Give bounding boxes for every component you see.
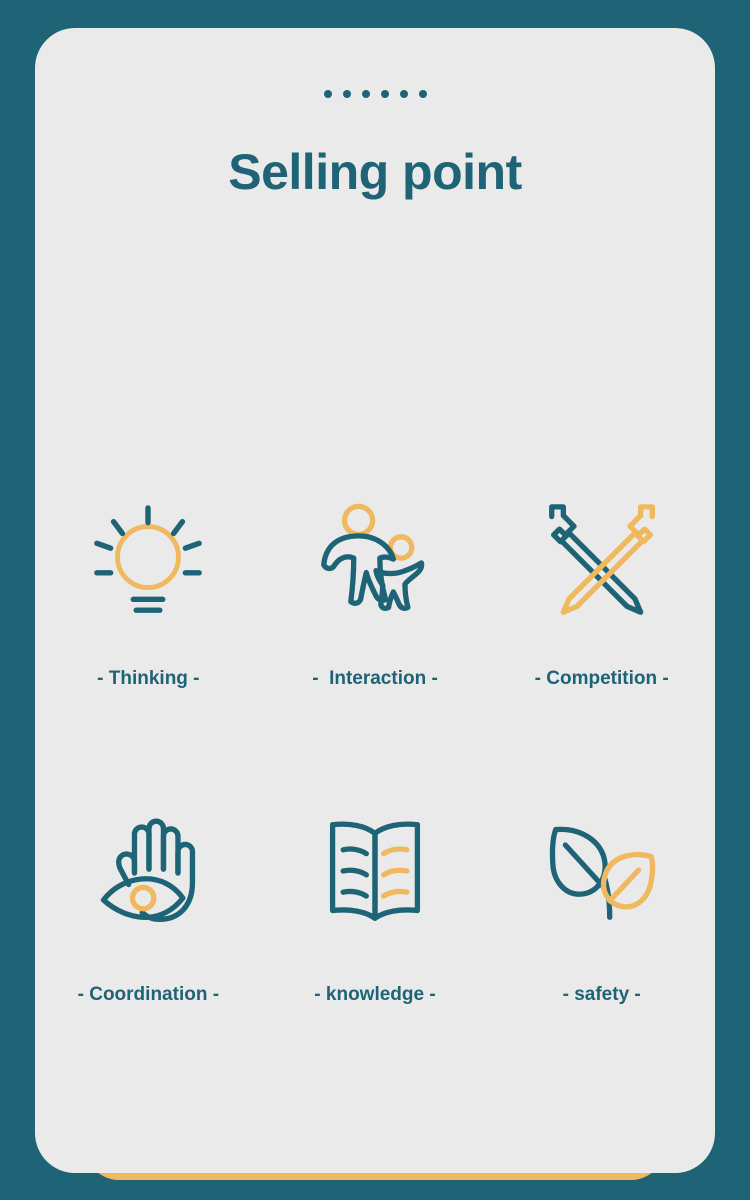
feature-label: - Thinking -	[97, 668, 200, 689]
two-people-icon	[310, 496, 440, 626]
feature-label: - Interaction -	[312, 668, 438, 689]
dot	[361, 90, 370, 98]
dot	[418, 90, 427, 98]
open-book-icon	[310, 806, 440, 936]
feature-item-safety[interactable]: - safety -	[488, 806, 715, 1006]
decorative-dots	[35, 90, 715, 98]
feature-label: - knowledge -	[314, 984, 436, 1005]
feature-item-thinking[interactable]: - Thinking -	[35, 496, 262, 690]
lightbulb-icon	[83, 496, 213, 626]
feature-label: - safety -	[562, 984, 641, 1005]
feature-item-interaction[interactable]: - Interaction -	[262, 496, 489, 690]
dot	[323, 90, 332, 98]
hand-eye-icon	[83, 806, 213, 936]
content-card: Selling point - Thinking - - Interaction…	[35, 28, 715, 1173]
feature-row-2: - Coordination - - knowledge - - safety …	[35, 806, 715, 1006]
feature-row-1: - Thinking - - Interaction - - Competiti…	[35, 496, 715, 690]
crossed-swords-icon	[537, 496, 667, 626]
dot	[380, 90, 389, 98]
feature-label: - Coordination -	[77, 984, 220, 1005]
dot	[342, 90, 351, 98]
feature-item-competition[interactable]: - Competition -	[488, 496, 715, 690]
dot	[399, 90, 408, 98]
feature-item-coordination[interactable]: - Coordination -	[35, 806, 262, 1006]
page-title: Selling point	[228, 144, 522, 200]
feature-item-knowledge[interactable]: - knowledge -	[262, 806, 489, 1006]
leaves-icon	[537, 806, 667, 936]
feature-label: - Competition -	[534, 668, 669, 689]
